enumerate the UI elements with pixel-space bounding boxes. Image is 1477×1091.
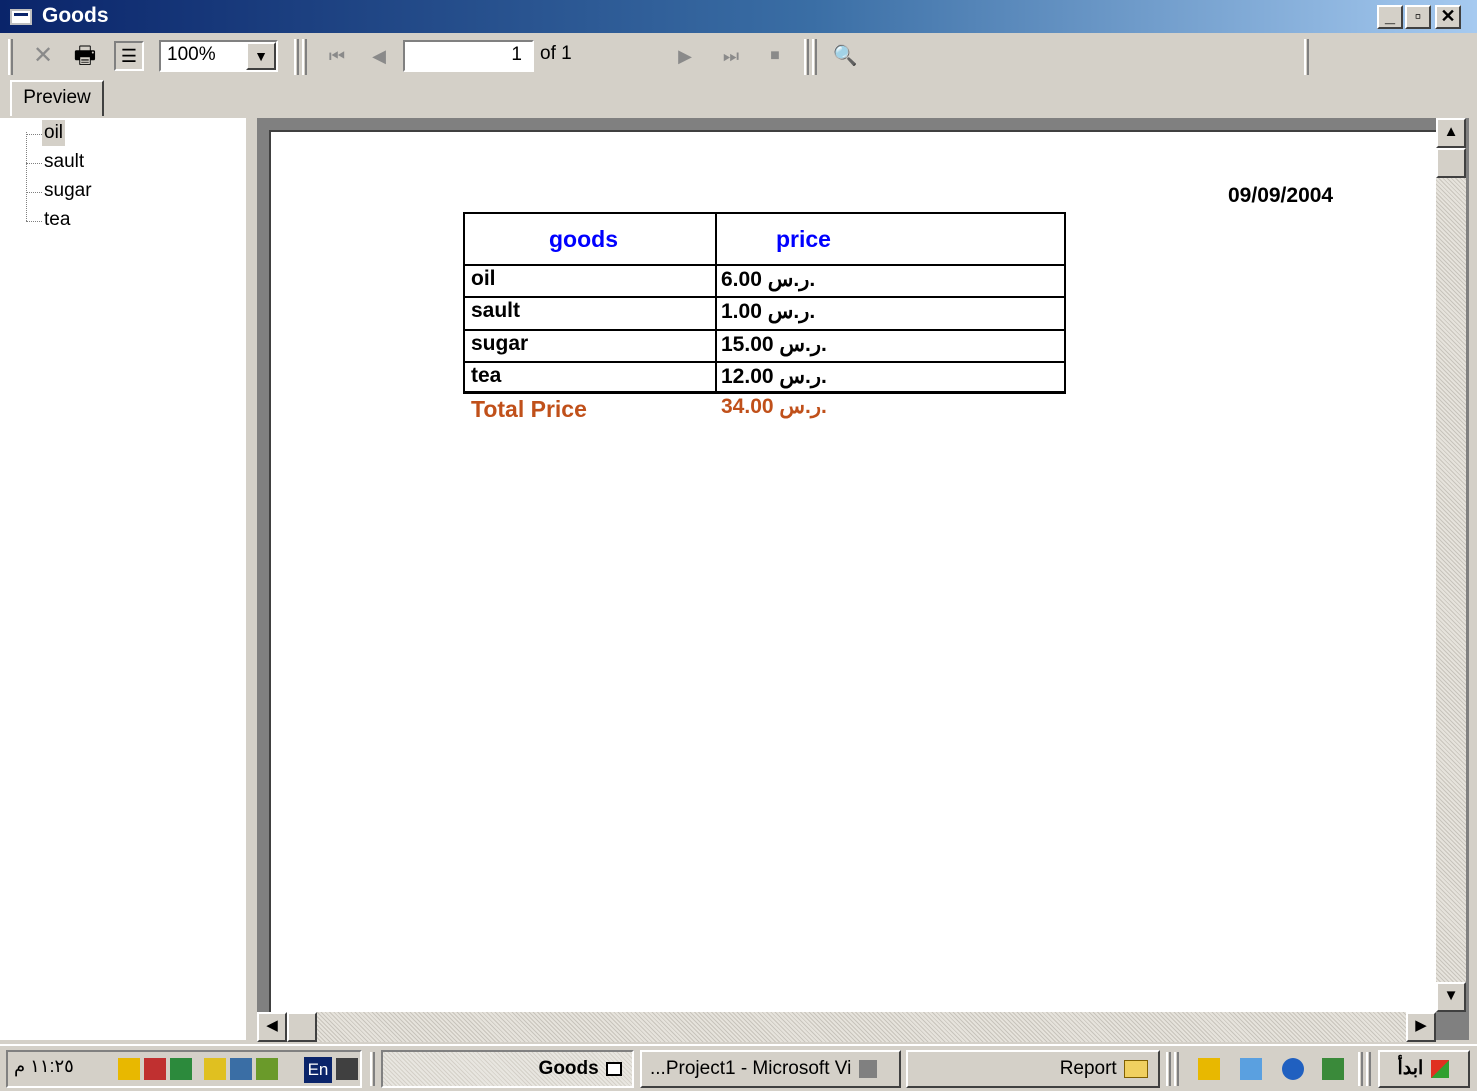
tree-item-label[interactable]: oil — [42, 120, 66, 146]
report-date: 09/09/2004 — [1228, 184, 1334, 207]
clock: ١١:٢٥ م — [14, 1056, 74, 1076]
total-price-value: 34.00 ر.س. — [721, 395, 827, 418]
horizontal-scrollbar[interactable]: ◀ ▶ — [257, 1012, 1436, 1042]
tree-connector — [26, 132, 27, 221]
toolbar-grip[interactable] — [294, 39, 299, 75]
close-window-button[interactable]: ✕ — [1435, 5, 1461, 29]
total-price-label: Total Price — [471, 396, 587, 422]
task-button-goods[interactable]: Goods — [381, 1050, 634, 1088]
taskbar-separator — [370, 1052, 375, 1086]
toolbar-separator — [302, 39, 307, 75]
tab-preview[interactable]: Preview — [10, 80, 104, 116]
cell-price: 6.00 ر.س. — [721, 268, 816, 291]
cell-goods: sault — [471, 299, 521, 322]
tray-app-icon[interactable] — [256, 1058, 278, 1080]
scroll-up-icon[interactable]: ▲ — [1436, 118, 1466, 148]
stop-icon[interactable]: ■ — [760, 41, 790, 71]
page-count-label: of 1 — [540, 43, 572, 64]
minimize-button[interactable]: _ — [1377, 5, 1403, 29]
tree-connector — [26, 192, 42, 193]
tree-connector — [26, 163, 42, 164]
toolbar-separator — [1304, 39, 1309, 75]
task-button-project1[interactable]: ...Project1 - Microsoft Vi — [640, 1050, 901, 1088]
scroll-left-icon[interactable]: ◀ — [257, 1012, 287, 1042]
vb-icon — [858, 1059, 877, 1078]
close-report-icon[interactable]: ✕ — [28, 41, 58, 71]
tray-app-icon[interactable] — [336, 1058, 358, 1080]
zoom-value: 100% — [167, 44, 216, 65]
horizontal-scroll-thumb[interactable] — [287, 1012, 317, 1042]
start-button[interactable]: ابدأ — [1378, 1050, 1470, 1088]
quicklaunch-icon[interactable] — [1198, 1058, 1220, 1080]
folder-icon — [1124, 1059, 1148, 1078]
quicklaunch-icon[interactable] — [1240, 1058, 1262, 1080]
tree-connector — [26, 134, 42, 135]
tray-app-icon[interactable] — [144, 1058, 166, 1080]
cell-goods: oil — [471, 267, 496, 290]
task-label: ...Project1 - Microsoft Vi — [650, 1058, 852, 1079]
taskbar-separator — [1166, 1052, 1171, 1086]
scroll-down-icon[interactable]: ▼ — [1436, 982, 1466, 1012]
tree-item-label[interactable]: sault — [42, 149, 86, 175]
tray-app-icon[interactable] — [204, 1058, 226, 1080]
first-page-icon[interactable]: ⏮ — [322, 41, 352, 71]
scroll-right-icon[interactable]: ▶ — [1406, 1012, 1436, 1042]
task-label: Goods — [538, 1058, 599, 1079]
tray-app-icon[interactable] — [230, 1058, 252, 1080]
window-icon — [606, 1061, 622, 1076]
report-table: goods price oil 6.00 ر.س. sault 1.00 ر.س… — [463, 212, 1066, 394]
cell-price: 15.00 ر.س. — [721, 333, 827, 356]
language-indicator[interactable]: En — [304, 1057, 332, 1083]
previous-page-icon[interactable]: ◀ — [364, 41, 394, 71]
row-divider — [465, 361, 1064, 363]
last-page-icon[interactable]: ⏭ — [716, 41, 746, 71]
print-icon[interactable]: 🖶 — [70, 41, 100, 71]
row-divider — [465, 329, 1064, 331]
tree-connector — [26, 221, 42, 222]
title-bar[interactable]: Goods _ ▫ ✕ — [0, 0, 1477, 33]
system-tray: ١١:٢٥ م En — [6, 1050, 362, 1088]
taskbar-separator — [1358, 1052, 1363, 1086]
page-number-input[interactable]: 1 — [403, 40, 534, 72]
header-goods: goods — [549, 226, 618, 252]
window-title: Goods — [42, 4, 109, 27]
row-divider — [465, 264, 1064, 266]
group-tree-icon[interactable]: ☰ — [114, 41, 144, 71]
task-button-report[interactable]: Report — [906, 1050, 1160, 1088]
toolbar-grip[interactable] — [8, 39, 13, 75]
restore-button[interactable]: ▫ — [1405, 5, 1431, 29]
group-tree: oil sault sugar tea — [0, 118, 246, 1040]
taskbar-separator — [1366, 1052, 1371, 1086]
tree-item-label[interactable]: sugar — [42, 178, 94, 204]
tray-app-icon[interactable] — [170, 1058, 192, 1080]
cell-price: 12.00 ر.س. — [721, 365, 827, 388]
internet-explorer-icon[interactable] — [1282, 1058, 1304, 1080]
cell-goods: tea — [471, 364, 502, 387]
header-price: price — [776, 226, 831, 252]
app-icon[interactable] — [10, 9, 32, 25]
windows-logo-icon — [1430, 1059, 1449, 1078]
cell-price: 1.00 ر.س. — [721, 300, 816, 323]
tree-item-label[interactable]: tea — [42, 207, 72, 233]
row-divider — [465, 296, 1064, 298]
toolbar-grip[interactable] — [804, 39, 809, 75]
vertical-scrollbar[interactable]: ▲ ▼ — [1436, 118, 1466, 1012]
taskbar-separator — [1174, 1052, 1179, 1086]
next-page-icon[interactable]: ▶ — [670, 41, 700, 71]
vertical-scroll-thumb[interactable] — [1436, 148, 1466, 178]
report-toolbar: ✕ 🖶 ☰ 100% ▼ ⏮ ◀ 1 of 1 ▶ ⏭ ■ 🔍 — [0, 33, 1477, 80]
page-number-value: 1 — [511, 44, 522, 65]
search-icon[interactable]: 🔍 — [830, 41, 860, 71]
column-divider — [715, 212, 717, 392]
taskbar: ١١:٢٥ م En Goods ...Project1 - Microsoft… — [0, 1044, 1477, 1091]
tray-app-icon[interactable] — [118, 1058, 140, 1080]
zoom-select[interactable]: 100% ▼ — [159, 40, 278, 72]
chevron-down-icon[interactable]: ▼ — [246, 42, 276, 70]
task-label: Report — [1059, 1058, 1117, 1079]
cell-goods: sugar — [471, 332, 529, 355]
start-label: ابدأ — [1397, 1058, 1424, 1079]
quicklaunch-icon[interactable] — [1322, 1058, 1344, 1080]
toolbar-separator — [812, 39, 817, 75]
